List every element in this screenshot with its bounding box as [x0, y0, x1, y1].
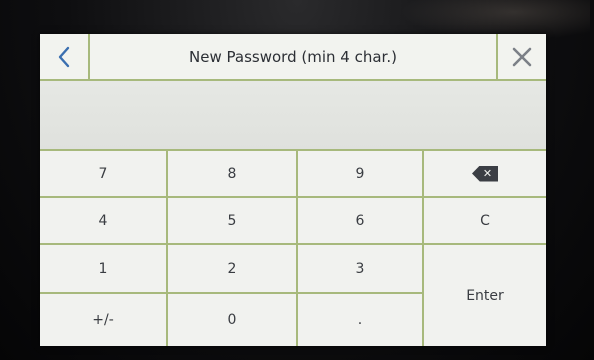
key-8[interactable]: 8	[168, 151, 298, 198]
back-button[interactable]	[40, 34, 90, 79]
key-4[interactable]: 4	[40, 198, 168, 245]
key-plus-minus[interactable]: +/-	[40, 294, 168, 346]
chevron-left-icon	[58, 46, 70, 67]
key-2[interactable]: 2	[168, 245, 298, 294]
key-3[interactable]: 3	[298, 245, 424, 294]
dialog-header: New Password (min 4 char.)	[40, 34, 546, 81]
key-0[interactable]: 0	[168, 294, 298, 346]
password-input-display[interactable]	[40, 81, 546, 151]
key-decimal-point[interactable]: .	[298, 294, 424, 346]
key-5[interactable]: 5	[168, 198, 298, 245]
close-button[interactable]	[496, 34, 546, 79]
device-photo: New Password (min 4 char.) 7 8 9 ✕ 4 5 6…	[0, 0, 594, 360]
clear-button[interactable]: C	[424, 198, 546, 245]
backspace-button[interactable]: ✕	[424, 151, 546, 198]
close-icon	[512, 47, 532, 66]
key-1[interactable]: 1	[40, 245, 168, 294]
numeric-keypad: 7 8 9 ✕ 4 5 6 C 1 2 3 Enter +/- 0 .	[40, 151, 546, 346]
key-6[interactable]: 6	[298, 198, 424, 245]
key-9[interactable]: 9	[298, 151, 424, 198]
touch-screen: New Password (min 4 char.) 7 8 9 ✕ 4 5 6…	[40, 34, 546, 346]
backspace-glyph: ✕	[482, 167, 493, 180]
backspace-icon: ✕	[472, 165, 498, 182]
dialog-title: New Password (min 4 char.)	[189, 47, 397, 66]
enter-button[interactable]: Enter	[424, 245, 546, 346]
key-7[interactable]: 7	[40, 151, 168, 198]
